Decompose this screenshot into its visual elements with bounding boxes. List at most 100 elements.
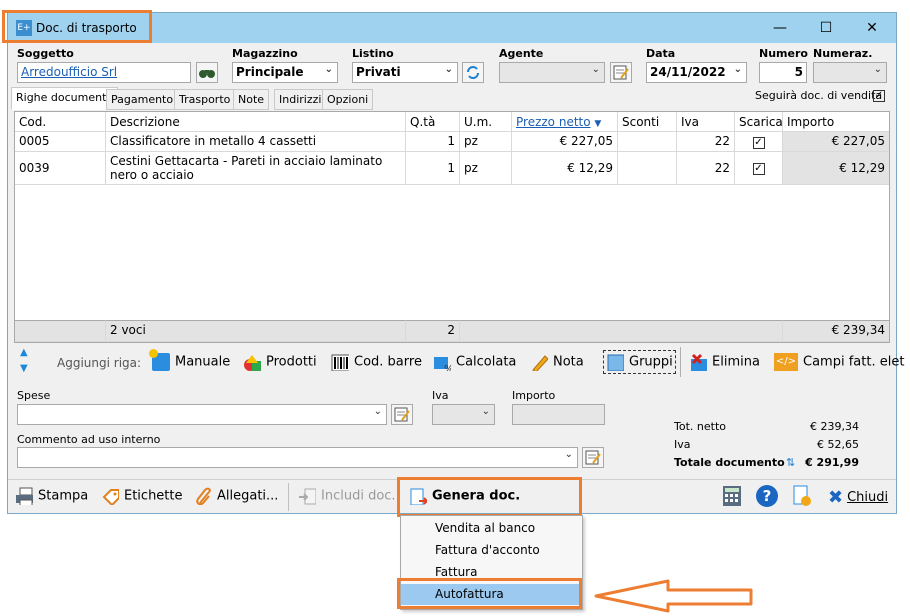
commento-select[interactable]: ⌄ [17, 447, 578, 468]
listino-select[interactable]: Privati ⌄ [352, 62, 458, 83]
menu-item-vendita-banco[interactable]: Vendita al banco [401, 518, 582, 539]
nota-button[interactable]: Nota [530, 353, 584, 371]
date-picker[interactable]: 24/11/2022 ⌄ [646, 62, 747, 83]
stampa-button[interactable]: Stampa [15, 487, 88, 505]
row1-qta[interactable]: 1 [406, 132, 460, 152]
spese-importo-field[interactable] [512, 404, 605, 425]
calculator-button[interactable] [722, 485, 742, 510]
elimina-button[interactable]: Elimina [689, 353, 760, 371]
numero-field[interactable]: 5 [759, 62, 807, 83]
column-header-prezzo[interactable]: Prezzo netto ▼ [512, 112, 618, 132]
agente-edit-button[interactable] [610, 62, 632, 83]
row1-iva[interactable]: 22 [677, 132, 735, 152]
tab-note[interactable]: Note [233, 89, 270, 110]
column-header-importo[interactable]: Importo [783, 112, 889, 132]
spese-select[interactable]: ⌄ [17, 404, 387, 425]
manuale-button[interactable]: Manuale [149, 349, 230, 371]
aggiungi-riga-label: Aggiungi riga: [57, 356, 142, 370]
row2-descr[interactable]: Cestini Gettacarta - Pareti in acciaio l… [106, 152, 406, 185]
refresh-listino-button[interactable] [462, 62, 484, 83]
row2-iva[interactable]: 22 [677, 152, 735, 185]
calculated-row-icon: % [434, 357, 451, 371]
gruppi-button[interactable]: Gruppi [603, 350, 676, 374]
row2-cod[interactable]: 0039 [15, 152, 106, 185]
column-header-scarica[interactable]: Scarica [735, 112, 783, 132]
commento-edit-button[interactable] [582, 447, 604, 468]
numeraz-select[interactable]: ⌄ [813, 62, 887, 83]
spese-iva-select[interactable]: ⌄ [432, 404, 495, 425]
minimize-button[interactable]: — [760, 16, 800, 40]
tab-trasporto[interactable]: Trasporto [174, 89, 236, 110]
help-icon[interactable]: ? [756, 485, 778, 507]
column-header-iva[interactable]: Iva [677, 112, 735, 132]
chiudi-button[interactable]: ✖ Chiudi [828, 487, 888, 508]
row2-importo: € 12,29 [783, 152, 889, 185]
column-header-qta[interactable]: Q.tà [406, 112, 460, 132]
close-window-button[interactable]: ✕ [852, 16, 892, 40]
arrow-down-icon[interactable]: ▼ [20, 363, 34, 375]
tab-opzioni[interactable]: Opzioni [322, 89, 374, 110]
products-icon [244, 355, 261, 371]
scarica-checkbox[interactable]: ✓ [752, 163, 765, 175]
tot-netto-label: Tot. netto [674, 420, 726, 433]
delete-row-icon [691, 353, 707, 371]
tab-righe-documento[interactable]: Righe documento [11, 87, 119, 110]
scarica-checkbox[interactable]: ✓ [752, 137, 765, 149]
etichette-button[interactable]: Etichette [101, 487, 183, 505]
magazzino-label: Magazzino [232, 47, 298, 60]
maximize-button[interactable]: ☐ [806, 16, 846, 40]
document-rows-grid: Cod. Descrizione Q.tà U.m. Prezzo netto … [14, 111, 890, 343]
commento-label: Commento ad uso interno [17, 433, 161, 446]
row2-um[interactable]: pz [460, 152, 512, 185]
footer-voci: 2 voci [106, 320, 406, 342]
follow-sale-checkbox[interactable]: ✓ [873, 90, 885, 102]
highlight-genera-doc [397, 477, 582, 517]
row2-scarica[interactable]: ✓ [735, 152, 783, 185]
footer-cod [15, 320, 106, 342]
menu-item-fattura-acconto[interactable]: Fattura d'acconto [401, 540, 582, 561]
tab-pagamento[interactable]: Pagamento [106, 89, 179, 110]
row1-scarica[interactable]: ✓ [735, 132, 783, 152]
row2-qta[interactable]: 1 [406, 152, 460, 185]
search-binoculars-button[interactable] [196, 62, 218, 83]
document-settings-button[interactable] [792, 485, 812, 510]
close-x-icon: ✖ [828, 487, 844, 508]
prodotti-button[interactable]: Prodotti [243, 353, 317, 371]
barcode-icon [331, 354, 349, 371]
row1-cod[interactable]: 0005 [15, 132, 106, 152]
agente-select[interactable]: ⌄ [499, 62, 605, 83]
row2-sconti[interactable] [618, 152, 677, 185]
row1-prezzo[interactable]: € 227,05 [512, 132, 618, 152]
tot-iva-value: € 52,65 [817, 438, 859, 451]
cod-barre-button[interactable]: Cod. barre [331, 353, 422, 371]
chevron-down-icon: ⌄ [324, 64, 333, 75]
arrow-up-icon[interactable]: ▲ [20, 347, 34, 359]
spese-label: Spese [17, 389, 51, 402]
magazzino-select[interactable]: Principale ⌄ [232, 62, 338, 83]
chevron-down-icon: ⌄ [873, 64, 882, 75]
includi-doc-button[interactable]: Includi doc. [298, 487, 396, 505]
row1-sconti[interactable] [618, 132, 677, 152]
tab-bar: Righe documento Pagamento Trasporto Note… [11, 87, 374, 110]
move-row-arrows[interactable]: ▲ ▼ [20, 347, 34, 377]
calculator-icon [723, 486, 741, 506]
numero-label: Numero [759, 47, 808, 60]
row1-descr[interactable]: Classificatore in metallo 4 cassetti [106, 132, 406, 152]
edit-note-icon [613, 65, 629, 80]
column-header-um[interactable]: U.m. [460, 112, 512, 132]
tab-indirizzi[interactable]: Indirizzi [274, 89, 327, 110]
tot-iva-label: Iva [674, 438, 691, 451]
column-header-descrizione[interactable]: Descrizione [106, 112, 406, 132]
row2-prezzo[interactable]: € 12,29 [512, 152, 618, 185]
follow-sale-label: Seguirà doc. di vendita [755, 89, 883, 102]
column-header-cod[interactable]: Cod. [15, 112, 106, 132]
spese-edit-button[interactable] [391, 404, 413, 425]
row1-um[interactable]: pz [460, 132, 512, 152]
calcolata-button[interactable]: %Calcolata [433, 353, 516, 371]
allegati-button[interactable]: Allegati... [194, 487, 278, 505]
campi-fatt-elet-button[interactable]: </> Campi fatt. elet [774, 353, 904, 371]
column-header-sconti[interactable]: Sconti [618, 112, 677, 132]
soggetto-field[interactable]: Arredoufficio Srl [17, 62, 191, 83]
highlight-title [2, 10, 152, 43]
chevron-down-icon: ⌄ [481, 406, 490, 417]
